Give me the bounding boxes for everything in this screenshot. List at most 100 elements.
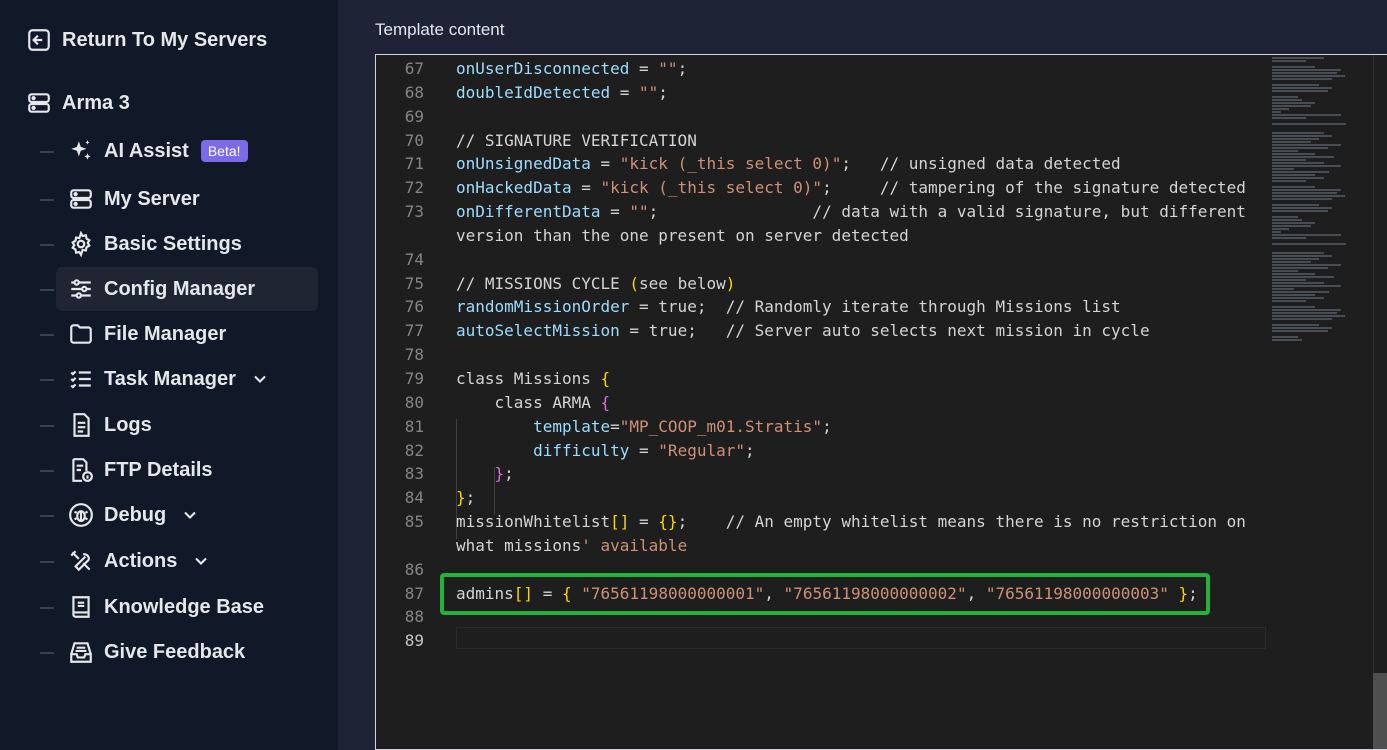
minimap-line bbox=[1272, 177, 1324, 179]
sidebar-item-ai-assist[interactable]: AI Assist Beta! bbox=[56, 129, 318, 173]
minimap-line bbox=[1272, 204, 1320, 206]
chevron-down-icon[interactable] bbox=[191, 551, 211, 571]
minimap-line bbox=[1272, 228, 1290, 230]
folder-icon bbox=[70, 324, 92, 344]
code-text: autoSelectMission = true; // Server auto… bbox=[456, 321, 1150, 341]
minimap-line bbox=[1272, 84, 1320, 86]
minimap-line bbox=[1272, 192, 1337, 194]
minimap-line bbox=[1272, 294, 1315, 296]
code-text: randomMissionOrder = true; // Randomly i… bbox=[456, 297, 1121, 317]
minimap-line bbox=[1272, 87, 1333, 89]
return-label: Return To My Servers bbox=[62, 28, 268, 51]
minimap-line bbox=[1272, 255, 1333, 257]
sidebar-item-label: File Manager bbox=[104, 322, 227, 345]
minimap-line bbox=[1272, 279, 1307, 281]
minimap-line bbox=[1272, 276, 1334, 278]
code-editor[interactable]: 67 onUserDisconnected = ""; 68 doubleIdDet… bbox=[375, 54, 1387, 750]
section-title: Template content bbox=[375, 20, 505, 39]
minimap-line bbox=[1272, 306, 1315, 308]
minimap-line bbox=[1272, 150, 1298, 152]
sidebar-item-actions[interactable]: Actions bbox=[56, 539, 318, 583]
minimap-line bbox=[1272, 117, 1307, 119]
tasklist-icon bbox=[70, 370, 91, 389]
chevron-down-icon[interactable] bbox=[250, 369, 270, 389]
minimap-line bbox=[1272, 69, 1341, 71]
minimap-line bbox=[1272, 99, 1303, 101]
editor-minimap[interactable] bbox=[1272, 57, 1358, 357]
code-text: // SIGNATURE VERIFICATION bbox=[456, 130, 697, 150]
sidebar-item-label: Config Manager bbox=[104, 277, 256, 300]
minimap-line bbox=[1272, 186, 1315, 188]
sidebar-item-label: Logs bbox=[104, 413, 152, 436]
minimap-line bbox=[1272, 180, 1307, 182]
minimap-line bbox=[1272, 258, 1320, 260]
minimap-line bbox=[1272, 135, 1333, 137]
tree-connector bbox=[40, 199, 54, 201]
tree-connector bbox=[40, 244, 54, 246]
minimap-line bbox=[1272, 222, 1315, 224]
book-icon bbox=[72, 596, 90, 618]
minimap-line bbox=[1272, 330, 1328, 332]
minimap-line bbox=[1272, 336, 1298, 338]
minimap-line bbox=[1272, 324, 1320, 326]
sidebar-item-label: Task Manager bbox=[104, 367, 236, 390]
minimap-line bbox=[1272, 111, 1281, 113]
minimap-line bbox=[1272, 174, 1315, 176]
minimap-line bbox=[1272, 132, 1324, 134]
sidebar-item-basic-settings[interactable]: Basic Settings bbox=[56, 222, 318, 266]
server-icon bbox=[70, 189, 92, 209]
main-content: Template content 67 onUserDisconnected = … bbox=[338, 0, 1387, 750]
minimap-line bbox=[1272, 96, 1298, 98]
minimap-line bbox=[1272, 285, 1341, 287]
minimap-line bbox=[1272, 237, 1307, 239]
minimap-line bbox=[1272, 315, 1346, 317]
gear-icon bbox=[71, 231, 91, 257]
editor-scrollbar[interactable] bbox=[1373, 55, 1387, 749]
minimap-line bbox=[1272, 273, 1315, 275]
minimap-line bbox=[1272, 78, 1333, 80]
code-text: // MISSIONS CYCLE (see below) bbox=[456, 273, 736, 293]
code-text: difficulty = "Regular"; bbox=[533, 440, 755, 460]
sidebar-item-my-server[interactable]: My Server bbox=[56, 177, 318, 221]
minimap-line bbox=[1272, 339, 1303, 341]
tree-connector bbox=[40, 561, 54, 563]
server-name: Arma 3 bbox=[26, 90, 130, 116]
inbox-icon bbox=[70, 642, 92, 663]
code-text: class ARMA { bbox=[456, 392, 611, 412]
code-text: onUnsignedData = "kick (_this select 0)"… bbox=[456, 154, 1121, 174]
sidebar-item-label: Actions bbox=[104, 549, 178, 572]
minimap-line bbox=[1272, 225, 1311, 227]
arrow-left-box-icon bbox=[28, 29, 50, 51]
current-line-highlight bbox=[456, 627, 1266, 649]
minimap-line bbox=[1272, 57, 1324, 59]
sidebar-item-file-manager[interactable]: File Manager bbox=[56, 312, 318, 356]
minimap-line bbox=[1272, 66, 1315, 68]
sidebar-item-give-feedback[interactable]: Give Feedback bbox=[56, 630, 318, 674]
tree-connector bbox=[40, 607, 54, 609]
code-text: class Missions { bbox=[456, 368, 611, 388]
file-info-icon bbox=[72, 458, 93, 482]
minimap-line bbox=[1272, 165, 1341, 167]
server-icon bbox=[28, 93, 50, 113]
sidebar-item-debug[interactable]: Debug bbox=[56, 493, 318, 537]
sidebar-item-config-manager[interactable]: Config Manager bbox=[56, 267, 318, 311]
minimap-line bbox=[1272, 288, 1294, 290]
tree-connector bbox=[40, 515, 54, 517]
minimap-line bbox=[1272, 198, 1333, 200]
minimap-line bbox=[1272, 147, 1328, 149]
scrollbar-thumb[interactable] bbox=[1373, 673, 1387, 749]
minimap-line bbox=[1272, 72, 1337, 74]
chevron-down-icon[interactable] bbox=[180, 505, 200, 525]
sidebar-item-ftp-details[interactable]: FTP Details bbox=[56, 448, 318, 492]
sidebar-item-logs[interactable]: Logs bbox=[56, 403, 318, 447]
minimap-line bbox=[1272, 297, 1324, 299]
sidebar-item-label: Debug bbox=[104, 503, 167, 526]
code-text: missionWhitelist[] = {}; // An empty whi… bbox=[456, 512, 1246, 532]
sidebar-item-knowledge-base[interactable]: Knowledge Base bbox=[56, 585, 318, 629]
minimap-line bbox=[1272, 75, 1346, 77]
minimap-line bbox=[1272, 168, 1294, 170]
minimap-line bbox=[1272, 156, 1334, 158]
minimap-line bbox=[1272, 264, 1341, 266]
return-to-servers-link[interactable]: Return To My Servers bbox=[26, 27, 267, 53]
sidebar-item-task-manager[interactable]: Task Manager bbox=[56, 357, 318, 401]
